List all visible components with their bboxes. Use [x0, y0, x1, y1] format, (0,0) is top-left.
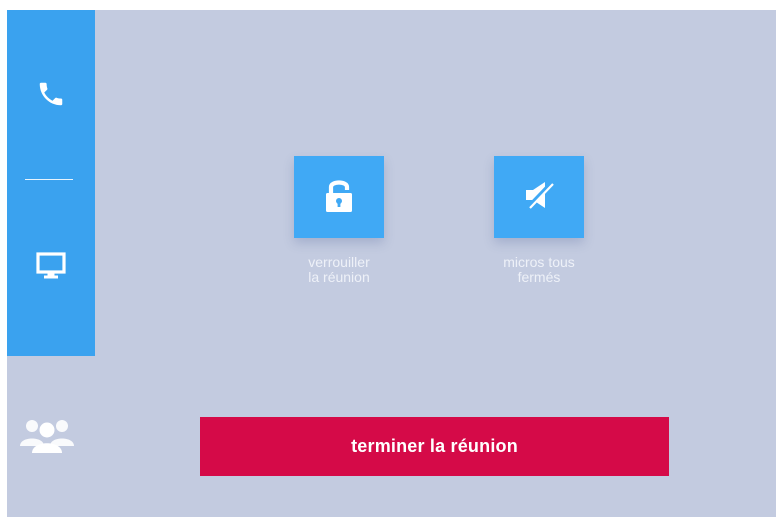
speaker-muted-icon — [522, 180, 556, 215]
end-meeting-label: terminer la réunion — [351, 436, 518, 456]
phone-icon — [36, 78, 66, 115]
participants-button[interactable] — [18, 414, 76, 458]
sidebar-item-phone[interactable] — [7, 68, 95, 124]
lock-meeting-tile[interactable] — [294, 156, 384, 238]
sidebar — [7, 10, 95, 356]
participants-icon — [19, 414, 75, 459]
padlock-icon — [323, 177, 355, 218]
mute-all-tile[interactable] — [494, 156, 584, 238]
monitor-icon — [36, 251, 66, 286]
sidebar-item-screen-share[interactable] — [7, 238, 95, 298]
meeting-control-screen: verrouiller la réunion micros tous fermé… — [7, 10, 776, 517]
mute-all-label: micros tous fermés — [503, 254, 575, 285]
mute-all-button[interactable]: micros tous fermés — [474, 156, 604, 285]
end-meeting-button[interactable]: terminer la réunion — [200, 417, 669, 476]
sidebar-divider — [25, 179, 73, 180]
lock-meeting-label: verrouiller la réunion — [308, 254, 370, 285]
lock-meeting-button[interactable]: verrouiller la réunion — [274, 156, 404, 285]
